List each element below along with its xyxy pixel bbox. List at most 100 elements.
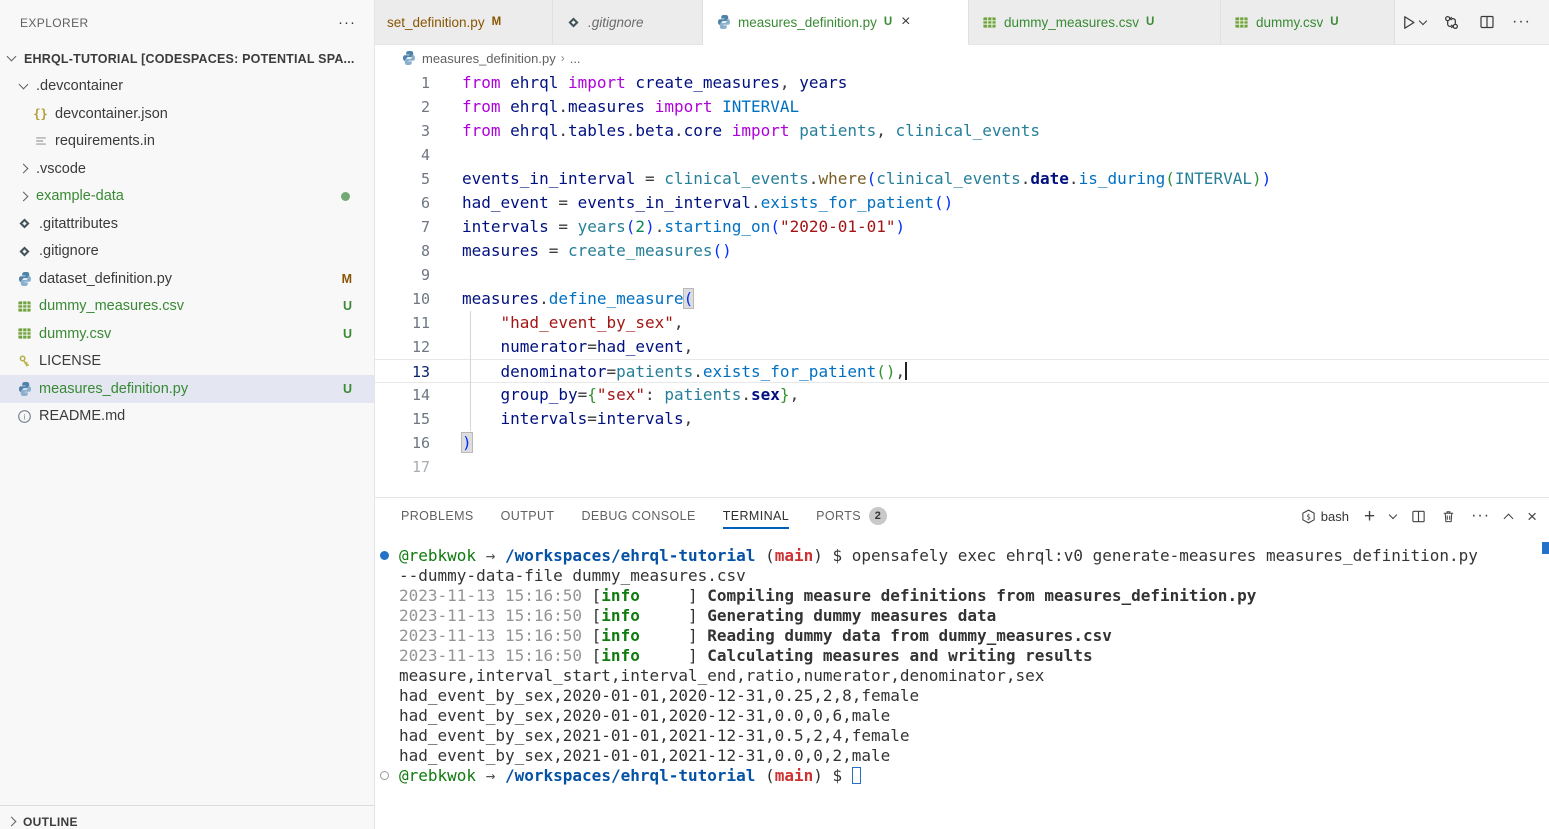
panel-tab-terminal[interactable]: TERMINAL	[723, 498, 789, 534]
code-line-10[interactable]: 10measures.define_measure(	[375, 287, 1549, 311]
terminal-profile[interactable]: $ bash	[1301, 509, 1349, 524]
terminal-line-2: --dummy-data-file dummy_measures.csv	[375, 566, 1549, 586]
tree-item-label: example-data	[36, 188, 124, 204]
panel-tab-label: TERMINAL	[723, 509, 789, 523]
code-line-4[interactable]: 4	[375, 143, 1549, 167]
tree-item-example-data[interactable]: example-data	[0, 183, 374, 211]
python-file-icon	[715, 14, 732, 31]
code-line-11[interactable]: 11 "had_event_by_sex",	[375, 311, 1549, 335]
tree-item-dummy-measures.csv[interactable]: dummy_measures.csvU	[0, 293, 374, 321]
explorer-more-actions-icon[interactable]: ···	[338, 14, 356, 31]
tab-.gitignore[interactable]: .gitignore	[553, 0, 703, 45]
code-line-2[interactable]: 2from ehrql.measures import INTERVAL	[375, 95, 1549, 119]
maximize-panel-icon[interactable]	[1505, 511, 1512, 522]
code-line-13[interactable]: 13 denominator=patients.exists_for_patie…	[375, 359, 1549, 383]
panel-tab-output[interactable]: OUTPUT	[501, 498, 555, 534]
shell-label: bash	[1321, 509, 1349, 524]
tree-item-ehrql-tutorial-codespaces-potential-spa...[interactable]: EHRQL-TUTORIAL [CODESPACES: POTENTIAL SP…	[0, 45, 374, 73]
terminal-line-4: 2023-11-13 15:16:50 [info ] Generating d…	[375, 606, 1549, 626]
tree-item-label: .gitattributes	[39, 216, 118, 232]
command-decoration-filled[interactable]	[380, 551, 389, 560]
tab-label: dummy_measures.csv	[1004, 15, 1139, 30]
new-terminal-icon[interactable]: +	[1364, 507, 1375, 526]
line-number: 11	[375, 311, 430, 335]
text-cursor	[905, 362, 907, 380]
code-line-12[interactable]: 12 numerator=had_event,	[375, 335, 1549, 359]
launch-profile-chevron-icon[interactable]	[1390, 515, 1396, 518]
command-decoration-hollow[interactable]	[380, 771, 389, 780]
python-file-icon	[16, 270, 33, 287]
git-file-icon	[565, 14, 582, 31]
code-line-14[interactable]: 14 group_by={"sex": patients.sex},	[375, 383, 1549, 407]
code-line-3[interactable]: 3from ehrql.tables.beta.core import pati…	[375, 119, 1549, 143]
tab-label: measures_definition.py	[738, 15, 877, 30]
tree-item-license[interactable]: LICENSE	[0, 348, 374, 376]
tab-label: .gitignore	[588, 15, 644, 30]
code-text: "had_event_by_sex",	[462, 311, 684, 335]
tree-item-devcontainer.json[interactable]: {}devcontainer.json	[0, 100, 374, 128]
run-dropdown-chevron-icon[interactable]	[1419, 16, 1427, 24]
tree-item-dummy.csv[interactable]: dummy.csvU	[0, 320, 374, 348]
panel-tab-problems[interactable]: PROBLEMS	[401, 498, 474, 534]
git-status-badge: U	[1146, 16, 1154, 28]
terminal-line-6: 2023-11-13 15:16:50 [info ] Calculating …	[375, 646, 1549, 666]
chevron-right-icon: ›	[561, 51, 565, 65]
line-number: 15	[375, 407, 430, 431]
tab-set-definition.py[interactable]: set_definition.pyM	[375, 0, 553, 45]
json-file-icon: {}	[32, 105, 49, 122]
code-editor[interactable]: measures_definition.py › ... 1from ehrql…	[375, 45, 1549, 497]
kill-terminal-icon[interactable]	[1441, 509, 1456, 524]
tree-item-label: measures_definition.py	[39, 381, 188, 397]
open-changes-icon[interactable]	[1442, 13, 1461, 32]
run-icon[interactable]	[1400, 13, 1426, 32]
csv-file-icon	[16, 298, 33, 315]
split-terminal-icon[interactable]	[1411, 509, 1426, 524]
tree-item-.vscode[interactable]: .vscode	[0, 155, 374, 183]
breadcrumb[interactable]: measures_definition.py › ...	[375, 45, 1549, 71]
code-line-15[interactable]: 15 intervals=intervals,	[375, 407, 1549, 431]
tree-item-measures-definition.py[interactable]: measures_definition.py U	[0, 375, 374, 403]
panel-tab-ports[interactable]: PORTS2	[816, 498, 887, 534]
tab-measures-definition.py[interactable]: measures_definition.pyU×	[703, 0, 969, 45]
code-line-16[interactable]: 16)	[375, 431, 1549, 455]
tab-dummy-measures.csv[interactable]: dummy_measures.csv U	[969, 0, 1221, 45]
tree-item-label: .gitignore	[39, 243, 99, 259]
code-line-7[interactable]: 7intervals = years(2).starting_on("2020-…	[375, 215, 1549, 239]
code-line-9[interactable]: 9	[375, 263, 1549, 287]
close-panel-icon[interactable]: ×	[1527, 508, 1537, 525]
split-editor-icon[interactable]	[1477, 13, 1496, 32]
code-line-5[interactable]: 5events_in_interval = clinical_events.wh…	[375, 167, 1549, 191]
csv-file-icon	[981, 14, 998, 31]
code-lines[interactable]: 1from ehrql import create_measures, year…	[375, 71, 1549, 479]
outline-section-header[interactable]: OUTLINE	[0, 805, 374, 829]
tab-dummy.csv[interactable]: dummy.csvU	[1221, 0, 1395, 45]
close-tab-icon[interactable]: ×	[901, 14, 910, 30]
bash-icon: $	[1301, 509, 1316, 524]
tree-item-.gitattributes[interactable]: .gitattributes	[0, 210, 374, 238]
code-line-6[interactable]: 6had_event = events_in_interval.exists_f…	[375, 191, 1549, 215]
tree-item-.devcontainer[interactable]: .devcontainer	[0, 73, 374, 101]
more-icon[interactable]: ···	[1471, 507, 1490, 525]
panel-tab-label: OUTPUT	[501, 509, 555, 523]
git-status-badge: U	[1330, 16, 1338, 28]
code-line-1[interactable]: 1from ehrql import create_measures, year…	[375, 71, 1549, 95]
code-text: from ehrql import create_measures, years	[462, 71, 847, 95]
csv-file-icon	[16, 325, 33, 342]
code-line-8[interactable]: 8measures = create_measures()	[375, 239, 1549, 263]
tree-item-dataset-definition.py[interactable]: dataset_definition.pyM	[0, 265, 374, 293]
tree-item-label: .vscode	[36, 161, 86, 177]
tree-item-readme.md[interactable]: iREADME.md	[0, 403, 374, 431]
editor-tab-bar: set_definition.pyM .gitignore measures_def…	[375, 0, 1549, 45]
panel-tab-debug-console[interactable]: DEBUG CONSOLE	[581, 498, 695, 534]
terminal[interactable]: @rebkwok → /workspaces/ehrql-tutorial (m…	[375, 546, 1549, 829]
git-status-badge: U	[343, 382, 352, 396]
line-number: 13	[375, 360, 430, 384]
code-line-17[interactable]: 17	[375, 455, 1549, 479]
line-number: 5	[375, 167, 430, 191]
more-actions-icon[interactable]: ···	[1512, 13, 1531, 32]
tree-item-.gitignore[interactable]: .gitignore	[0, 238, 374, 266]
code-text: group_by={"sex": patients.sex},	[462, 383, 799, 407]
chevron-right-icon	[19, 191, 29, 201]
tree-item-requirements.in[interactable]: requirements.in	[0, 128, 374, 156]
key-file-icon	[16, 353, 33, 370]
